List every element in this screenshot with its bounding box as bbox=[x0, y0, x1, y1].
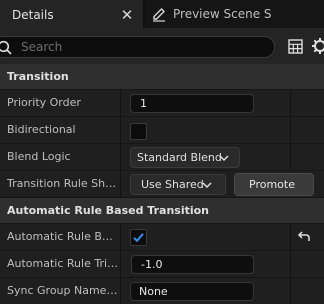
search-toolbar: Search bbox=[0, 28, 324, 64]
property-row-transition-rule-sharing: Transition Rule Sharir Use Shared Promot… bbox=[0, 171, 324, 198]
category-transition[interactable]: Transition bbox=[0, 64, 324, 90]
property-label: Bidirectional bbox=[7, 123, 76, 136]
property-row-blend-logic: Blend Logic Standard Blend bbox=[0, 144, 324, 171]
dropdown-value: Use Shared bbox=[141, 178, 204, 191]
property-row-bidirectional: Bidirectional bbox=[0, 117, 324, 144]
search-icon bbox=[0, 40, 12, 55]
category-automatic-rule-based-transition[interactable]: Automatic Rule Based Transition bbox=[0, 198, 324, 224]
column-divider[interactable] bbox=[120, 90, 121, 117]
category-label: Transition bbox=[7, 70, 69, 83]
column-divider[interactable] bbox=[120, 224, 121, 251]
property-label: Transition Rule Sharir bbox=[7, 177, 119, 190]
property-label: Sync Group Name t... bbox=[7, 284, 119, 297]
close-icon[interactable]: ✕ bbox=[120, 7, 134, 23]
column-divider[interactable] bbox=[120, 171, 121, 198]
column-divider[interactable] bbox=[120, 251, 121, 278]
column-divider bbox=[290, 144, 291, 171]
automatic-rule-based-checkbox[interactable] bbox=[130, 229, 147, 246]
column-divider[interactable] bbox=[120, 278, 121, 304]
chevron-down-icon bbox=[219, 155, 229, 162]
property-label: Automatic Rule Bas... bbox=[7, 230, 119, 243]
property-row-automatic-rule-based: Automatic Rule Bas... bbox=[0, 224, 324, 251]
property-row-priority-order: Priority Order 1 bbox=[0, 90, 324, 117]
column-divider[interactable] bbox=[120, 144, 121, 171]
column-divider bbox=[290, 117, 291, 144]
property-label: Blend Logic bbox=[7, 150, 71, 163]
dropdown-value: Standard Blend bbox=[137, 151, 222, 164]
automatic-rule-trigger-input[interactable]: -1.0 bbox=[131, 255, 254, 274]
table-view-icon[interactable] bbox=[288, 39, 303, 54]
reset-to-default-icon[interactable] bbox=[297, 231, 311, 243]
sync-group-name-input[interactable]: None bbox=[130, 282, 254, 301]
property-row-sync-group-name: Sync Group Name t... None bbox=[0, 278, 324, 304]
column-divider bbox=[290, 278, 291, 304]
column-divider bbox=[290, 90, 291, 117]
tab-details[interactable]: Details ✕ bbox=[0, 0, 143, 28]
tab-preview-label: Preview Scene S bbox=[173, 7, 272, 21]
bidirectional-checkbox[interactable] bbox=[130, 123, 147, 140]
property-row-automatic-rule-trigger: Automatic Rule Trig... -1.0 bbox=[0, 251, 324, 278]
blend-logic-dropdown[interactable]: Standard Blend bbox=[130, 147, 240, 168]
search-input[interactable]: Search bbox=[0, 36, 275, 58]
tab-preview-scene-settings[interactable]: Preview Scene S bbox=[145, 0, 324, 28]
tab-bar: Details ✕ Preview Scene S bbox=[0, 0, 324, 28]
column-divider bbox=[290, 251, 291, 278]
column-divider bbox=[290, 224, 291, 251]
property-label: Automatic Rule Trig... bbox=[7, 257, 119, 270]
property-label: Priority Order bbox=[7, 96, 81, 109]
chevron-down-icon bbox=[202, 182, 212, 189]
tab-details-label: Details bbox=[12, 8, 54, 22]
pencil-icon bbox=[153, 8, 165, 22]
search-placeholder: Search bbox=[21, 40, 63, 54]
priority-order-input[interactable]: 1 bbox=[130, 94, 254, 113]
category-label: Automatic Rule Based Transition bbox=[7, 204, 210, 217]
promote-button[interactable]: Promote bbox=[234, 173, 314, 196]
settings-icon[interactable] bbox=[311, 37, 324, 55]
details-panel: Transition Priority Order 1 Bidirectiona… bbox=[0, 64, 324, 304]
column-divider[interactable] bbox=[120, 117, 121, 144]
transition-rule-sharing-dropdown[interactable]: Use Shared bbox=[130, 174, 226, 195]
checkmark-icon bbox=[133, 233, 144, 243]
